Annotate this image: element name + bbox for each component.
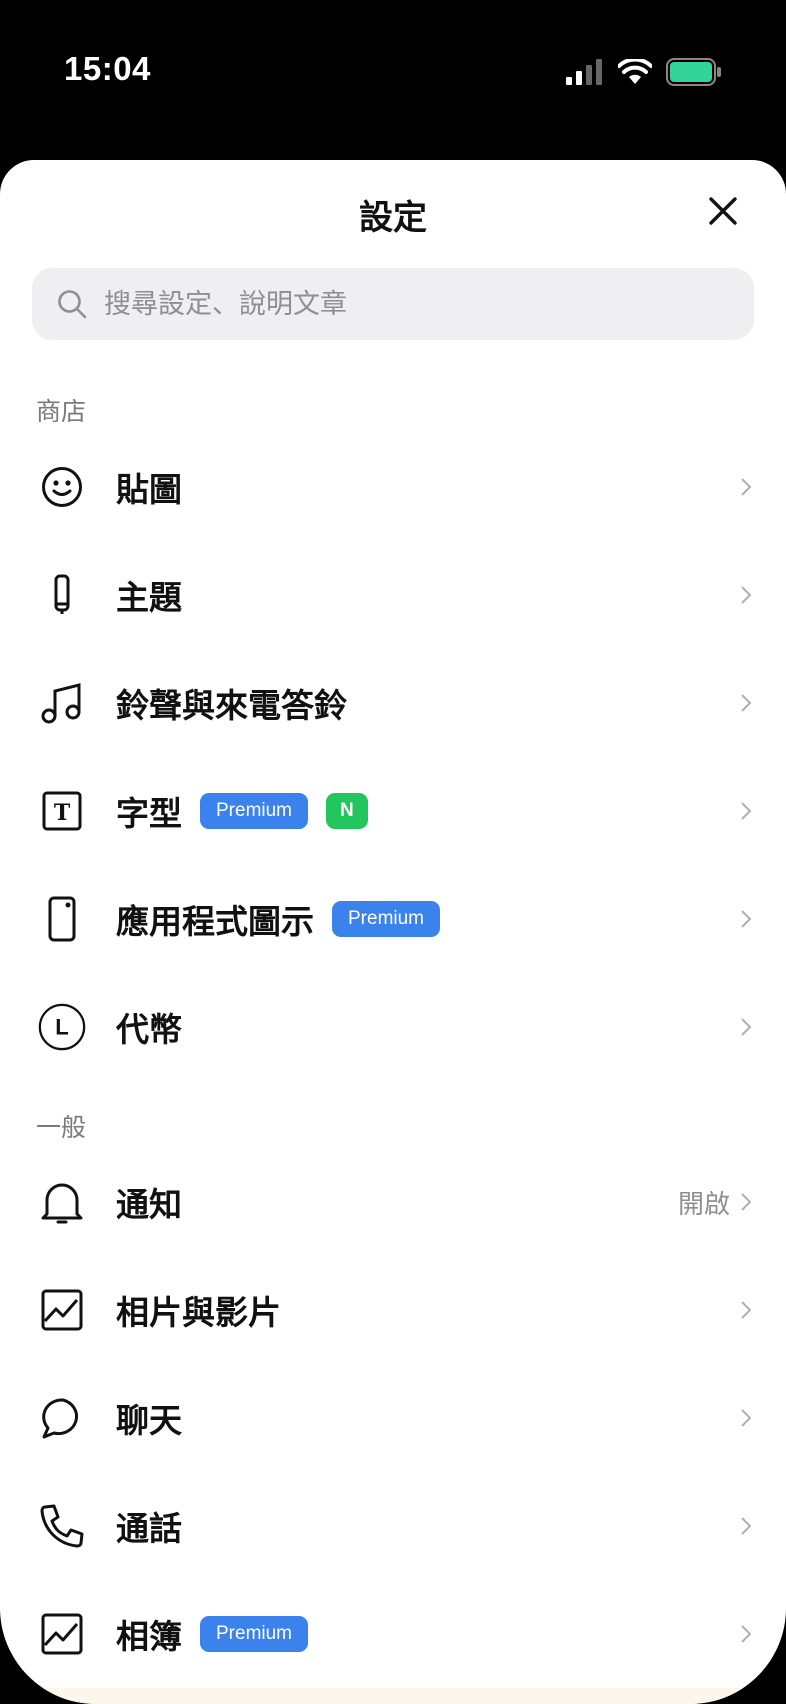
page-title: 設定 bbox=[359, 198, 427, 238]
chevron-right-icon bbox=[741, 1409, 752, 1427]
music-note-icon bbox=[38, 679, 86, 727]
chevron-right-icon bbox=[741, 1517, 752, 1535]
premium-badge: Premium bbox=[200, 1616, 309, 1652]
svg-text:T: T bbox=[54, 800, 71, 826]
row-label: 相簿 bbox=[116, 1617, 182, 1656]
row-label: 應用程式圖示 bbox=[116, 902, 314, 941]
cellular-signal-icon bbox=[566, 59, 602, 85]
settings-row-calls[interactable]: 通話 bbox=[0, 1472, 786, 1580]
settings-row-fonts[interactable]: T 字型 Premium N bbox=[0, 757, 786, 865]
phone-icon bbox=[38, 895, 86, 943]
settings-row-themes[interactable]: 主題 bbox=[0, 541, 786, 649]
settings-sheet: 設定 商店 貼圖 主題 bbox=[0, 160, 786, 1704]
row-label: 鈴聲與來電答鈴 bbox=[116, 686, 347, 725]
device-frame: 15:04 設定 搜尋設定、說明文章 商店 貼圖 主題 鈴聲與來電答鈴 T 字型… bbox=[0, 0, 786, 1704]
notification-status: 開啟 bbox=[677, 1189, 730, 1220]
search-input[interactable] bbox=[104, 288, 704, 320]
bell-icon bbox=[38, 1178, 86, 1226]
coin-letter: L bbox=[55, 1014, 69, 1039]
coin-icon: L bbox=[38, 1003, 86, 1051]
row-label: 通知 bbox=[116, 1185, 182, 1224]
theme-icon bbox=[38, 571, 86, 619]
settings-row-app-icon[interactable]: 應用程式圖示 Premium bbox=[0, 865, 786, 973]
section-label-general: 一般 bbox=[36, 1113, 87, 1142]
status-time: 15:04 bbox=[64, 50, 151, 87]
row-label: 聊天 bbox=[116, 1401, 182, 1440]
chevron-right-icon bbox=[741, 910, 752, 928]
new-badge: N bbox=[326, 793, 368, 829]
search-bar[interactable] bbox=[32, 268, 754, 340]
status-icons bbox=[566, 54, 722, 90]
chevron-right-icon bbox=[741, 1625, 752, 1643]
close-button[interactable] bbox=[700, 188, 746, 234]
photo-icon bbox=[38, 1286, 86, 1334]
search-icon bbox=[58, 290, 87, 319]
settings-row-coins[interactable]: L 代幣 bbox=[0, 973, 786, 1081]
settings-row-ringtones[interactable]: 鈴聲與來電答鈴 bbox=[0, 649, 786, 757]
bottom-strip bbox=[0, 1688, 786, 1704]
row-label: 字型 bbox=[116, 794, 182, 833]
settings-row-stickers[interactable]: 貼圖 bbox=[0, 433, 786, 541]
premium-badge: Premium bbox=[332, 901, 441, 937]
chevron-right-icon bbox=[741, 478, 752, 496]
phone-call-icon bbox=[38, 1502, 86, 1550]
font-icon: T bbox=[38, 787, 86, 835]
row-label: 代幣 bbox=[116, 1010, 182, 1049]
settings-row-albums[interactable]: 相簿 Premium bbox=[0, 1580, 786, 1688]
chat-bubble-icon bbox=[38, 1394, 86, 1442]
wifi-icon bbox=[618, 59, 652, 84]
status-bar: 15:04 bbox=[0, 0, 786, 160]
chevron-right-icon bbox=[741, 1301, 752, 1319]
battery-icon bbox=[666, 58, 721, 86]
settings-row-photos-videos[interactable]: 相片與影片 bbox=[0, 1256, 786, 1364]
row-label: 貼圖 bbox=[116, 470, 182, 509]
chevron-right-icon bbox=[741, 1193, 752, 1211]
row-label: 主題 bbox=[116, 578, 182, 617]
settings-row-chats[interactable]: 聊天 bbox=[0, 1364, 786, 1472]
settings-row-notifications[interactable]: 通知 開啟 bbox=[0, 1148, 786, 1256]
section-label-store: 商店 bbox=[36, 397, 87, 426]
premium-badge: Premium bbox=[200, 793, 309, 829]
chevron-right-icon bbox=[741, 694, 752, 712]
chevron-right-icon bbox=[741, 586, 752, 604]
smiley-icon bbox=[38, 463, 86, 511]
chevron-right-icon bbox=[741, 1018, 752, 1036]
row-label: 通話 bbox=[116, 1509, 182, 1548]
sheet-header: 設定 bbox=[0, 160, 786, 266]
row-label: 相片與影片 bbox=[116, 1293, 281, 1332]
album-icon bbox=[38, 1610, 86, 1658]
chevron-right-icon bbox=[741, 802, 752, 820]
